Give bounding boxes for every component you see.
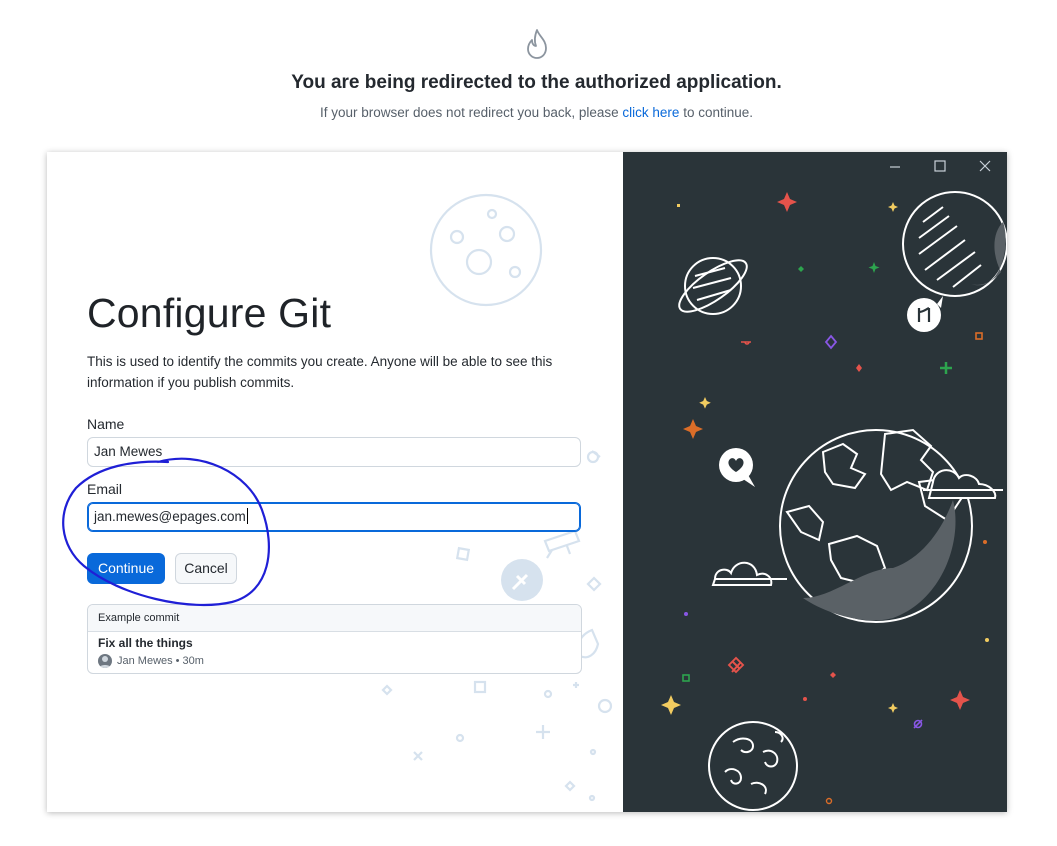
commit-message: Fix all the things <box>98 636 193 650</box>
email-label: Email <box>87 481 123 497</box>
email-field[interactable]: jan.mewes@epages.com <box>87 502 581 532</box>
example-commit-card: Example commit Fix all the things Jan Me… <box>87 604 582 674</box>
maximize-icon[interactable] <box>928 155 952 179</box>
example-commit-header: Example commit <box>88 605 581 632</box>
commit-meta: Jan Mewes • 30m <box>98 654 204 668</box>
commit-time: 30m <box>182 655 204 667</box>
name-field-value: Jan Mewes <box>94 444 163 459</box>
faint-space-decoration <box>381 193 613 802</box>
redirect-title: You are being redirected to the authoriz… <box>291 72 782 93</box>
redirect-message-before: If your browser does not redirect you ba… <box>320 105 623 120</box>
name-field[interactable]: Jan Mewes <box>87 437 581 467</box>
illustration-pane <box>623 152 1007 812</box>
redirect-message-after: to continue. <box>679 105 753 120</box>
page-title: Configure Git <box>87 290 332 336</box>
click-here-link[interactable]: click here <box>622 105 679 120</box>
text-caret <box>246 508 248 524</box>
cancel-button[interactable]: Cancel <box>175 553 237 584</box>
avatar <box>98 654 112 668</box>
form-pane: Configure Git This is used to identify t… <box>47 152 623 812</box>
meta-separator: • <box>175 655 180 667</box>
close-icon[interactable] <box>973 155 997 179</box>
minimize-icon[interactable] <box>883 155 907 179</box>
space-illustration <box>661 191 1007 811</box>
commit-author: Jan Mewes <box>117 655 173 667</box>
email-field-value: jan.mewes@epages.com <box>94 509 246 524</box>
redirect-message: If your browser does not redirect you ba… <box>0 105 1057 120</box>
continue-button[interactable]: Continue <box>87 553 165 584</box>
flame-icon <box>527 29 547 59</box>
name-label: Name <box>87 416 125 432</box>
description-text: This is used to identify the commits you… <box>87 354 553 390</box>
configure-git-window: Configure Git This is used to identify t… <box>47 152 1007 812</box>
